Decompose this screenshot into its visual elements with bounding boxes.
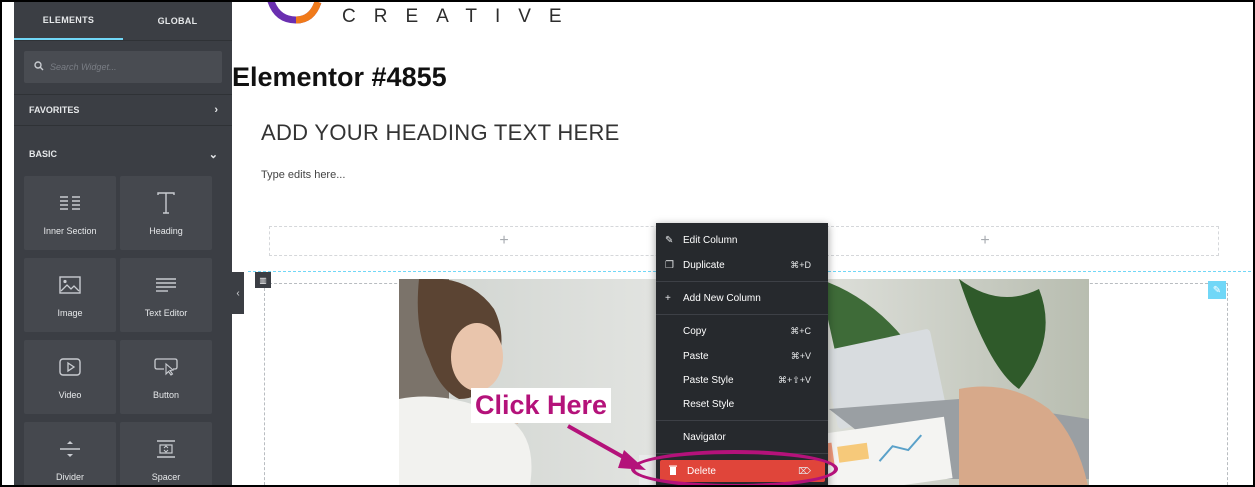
category-label: FAVORITES xyxy=(29,105,80,115)
menu-item-label: Reset Style xyxy=(683,398,735,410)
tab-global[interactable]: GLOBAL xyxy=(123,2,232,40)
chevron-right-icon: › xyxy=(214,104,218,116)
menu-item-label: Paste Style xyxy=(683,374,734,386)
widget-label: Inner Section xyxy=(43,226,97,236)
widget-heading[interactable]: Heading xyxy=(120,176,212,250)
widget-text-editor[interactable]: Text Editor xyxy=(120,258,212,332)
divider-icon xyxy=(59,436,81,462)
arrow-icon xyxy=(567,424,646,470)
tab-elements[interactable]: ELEMENTS xyxy=(14,2,123,40)
widget-label: Heading xyxy=(149,226,183,236)
text-editor-icon xyxy=(155,272,177,298)
menu-item-edit-column[interactable]: ✎ Edit Column xyxy=(656,229,828,251)
shortcut-text: ⌘+V xyxy=(790,350,811,361)
menu-item-paste[interactable]: Paste ⌘+V xyxy=(656,345,828,367)
menu-item-copy[interactable]: Copy ⌘+C xyxy=(656,320,828,342)
shortcut-text: ⌘+C xyxy=(790,325,811,336)
widget-inner-section[interactable]: Inner Section xyxy=(24,176,116,250)
menu-item-add-new-column[interactable]: + Add New Column xyxy=(656,287,828,309)
section-handle-icon[interactable]: ▥ xyxy=(255,272,271,288)
column-context-menu: ✎ Edit Column ❐ Duplicate ⌘+D + Add New … xyxy=(656,223,828,485)
shortcut-text: ⌘+⇧+V xyxy=(777,374,811,385)
menu-item-label: Duplicate xyxy=(683,259,725,271)
menu-item-label: Paste xyxy=(683,350,709,362)
widget-button[interactable]: Button xyxy=(120,340,212,414)
menu-item-paste-style[interactable]: Paste Style ⌘+⇧+V xyxy=(656,369,828,391)
search-input[interactable] xyxy=(48,61,212,73)
chevron-down-icon: ⌄ xyxy=(208,148,218,161)
highlight-ring xyxy=(631,450,838,485)
button-icon xyxy=(154,354,178,380)
menu-item-navigator[interactable]: Navigator xyxy=(656,426,828,448)
menu-item-duplicate[interactable]: ❐ Duplicate ⌘+D xyxy=(656,254,828,276)
widget-label: Video xyxy=(58,390,82,400)
menu-item-label: Copy xyxy=(683,325,707,337)
category-label: BASIC xyxy=(29,149,58,159)
widget-label: Text Editor xyxy=(144,308,188,318)
widget-search[interactable] xyxy=(24,51,222,83)
heading-icon xyxy=(156,190,176,216)
widget-grid: Inner Section Heading Image Text Editor xyxy=(24,176,224,485)
widget-label: Button xyxy=(152,390,180,400)
elements-panel: ELEMENTS GLOBAL FAVORITES › BASIC ⌄ Inne… xyxy=(14,2,232,485)
menu-divider xyxy=(656,420,828,421)
duplicate-icon: ❐ xyxy=(665,259,674,271)
video-icon xyxy=(59,354,81,380)
logo-text: CREATIVE xyxy=(342,6,580,27)
category-basic[interactable]: BASIC ⌄ xyxy=(14,139,232,169)
widget-label: Image xyxy=(57,308,83,318)
click-here-callout: Click Here xyxy=(471,388,612,423)
menu-divider xyxy=(656,314,828,315)
widget-label: Divider xyxy=(55,472,84,482)
widget-label: Spacer xyxy=(151,472,181,482)
logo-icon xyxy=(267,2,322,24)
shortcut-text: ⌘+D xyxy=(790,259,811,270)
text-editor-widget[interactable]: Type edits here... xyxy=(261,169,345,181)
image-icon xyxy=(59,272,81,298)
plus-icon: + xyxy=(665,292,671,304)
menu-item-label: Add New Column xyxy=(683,292,761,304)
pencil-icon: ✎ xyxy=(665,234,674,246)
panel-collapse-handle[interactable]: ‹ xyxy=(232,272,244,314)
widget-image[interactable]: Image xyxy=(24,258,116,332)
category-favorites[interactable]: FAVORITES › xyxy=(14,94,232,126)
search-icon xyxy=(34,60,48,74)
edit-column-icon[interactable]: ✎ xyxy=(1208,281,1226,299)
panel-tabs: ELEMENTS GLOBAL xyxy=(14,2,232,41)
menu-item-reset-style[interactable]: Reset Style xyxy=(656,393,828,415)
widget-video[interactable]: Video xyxy=(24,340,116,414)
widget-divider[interactable]: Divider xyxy=(24,422,116,485)
heading-widget[interactable]: ADD YOUR HEADING TEXT HERE xyxy=(261,120,620,146)
spacer-icon xyxy=(155,436,177,462)
menu-item-label: Edit Column xyxy=(683,234,738,246)
inner-section-icon xyxy=(59,190,81,216)
widget-spacer[interactable]: Spacer xyxy=(120,422,212,485)
screenshot-frame: ELEMENTS GLOBAL FAVORITES › BASIC ⌄ Inne… xyxy=(0,0,1255,487)
menu-divider xyxy=(656,281,828,282)
menu-item-label: Navigator xyxy=(683,431,726,443)
page-title: Elementor #4855 xyxy=(232,62,447,92)
